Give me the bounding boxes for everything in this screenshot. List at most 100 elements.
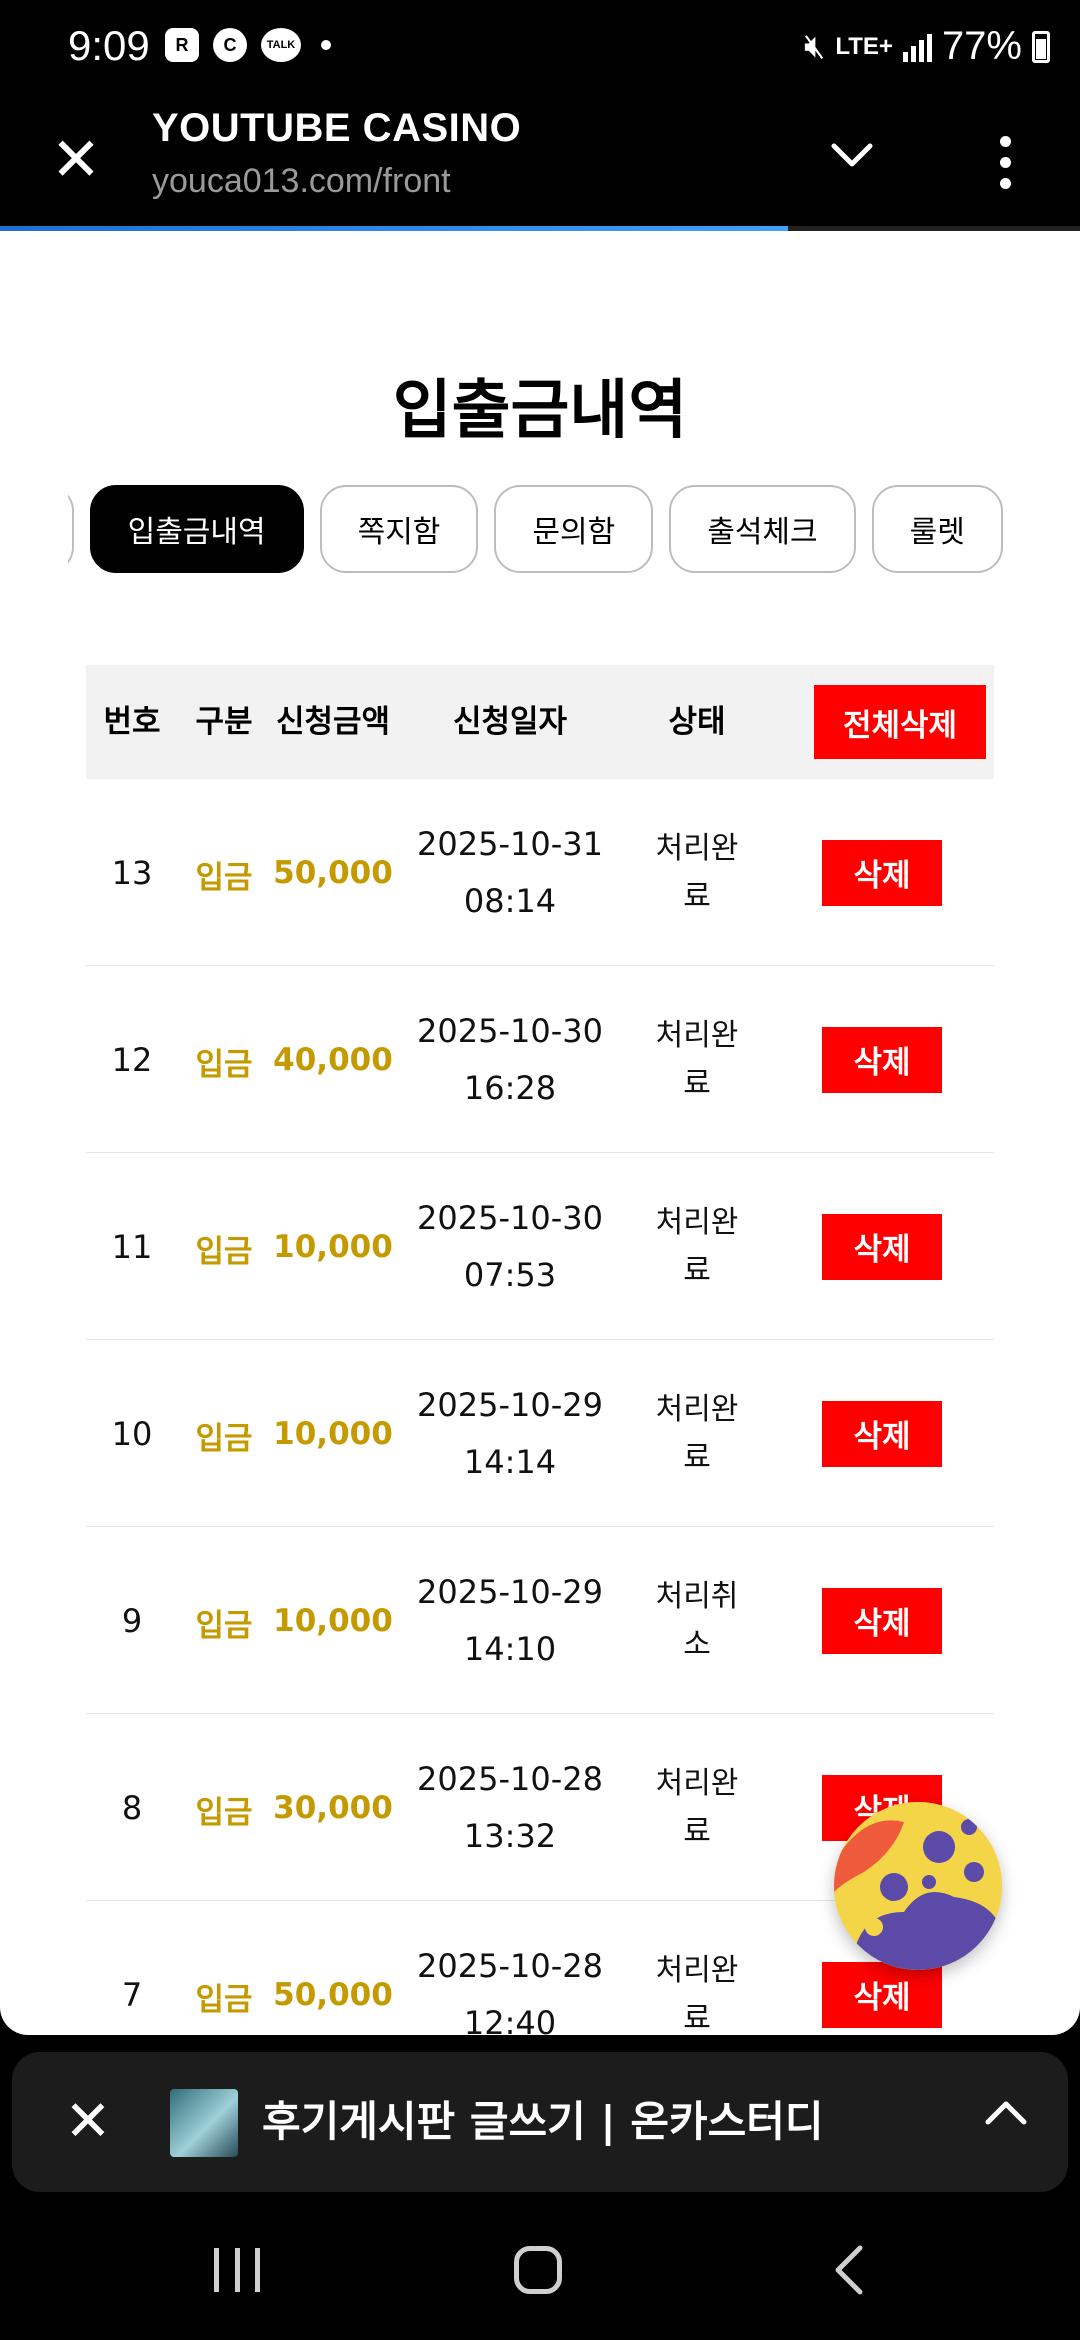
mute-icon: 🔇︎ — [803, 27, 826, 65]
header-type: 구분 — [195, 704, 253, 740]
row-status: 처리완료 — [624, 1153, 770, 1340]
row-date: 2025-10-29 — [417, 1572, 603, 1611]
more-options-icon[interactable] — [975, 126, 1035, 198]
row-status-line1: 처리취 — [655, 1578, 739, 1614]
row-type: 입금 — [195, 1234, 253, 1270]
table-row: 9 입금 10,000 2025-10-29 14:10 처리취소 삭제 — [86, 1527, 994, 1714]
row-delete-cell: 삭제 — [770, 966, 994, 1153]
row-type: 입금 — [195, 1795, 253, 1831]
c-app-icon: C — [213, 28, 247, 62]
tab-3[interactable]: 문의함 — [494, 485, 654, 573]
row-status-line2: 소 — [683, 1626, 711, 1662]
banner-close-icon[interactable]: ✕ — [52, 2086, 124, 2158]
row-status-line1: 처리완 — [655, 1952, 739, 1988]
row-amount: 10,000 — [273, 1228, 393, 1265]
row-datetime: 2025-10-28 12:40 — [396, 1901, 624, 2036]
page-title: 입출금내역 — [392, 374, 688, 448]
row-time: 14:10 — [463, 1629, 557, 1668]
row-datetime: 2025-10-28 13:32 — [396, 1714, 624, 1901]
delete-button[interactable]: 삭제 — [822, 839, 942, 906]
delete-button[interactable]: 삭제 — [822, 1587, 942, 1654]
row-amount: 40,000 — [273, 1041, 393, 1078]
delete-button[interactable]: 삭제 — [822, 1400, 942, 1467]
row-number: 12 — [111, 1040, 153, 1079]
row-delete-cell: 삭제 — [770, 1340, 994, 1527]
custom-tab-toolbar: ✕ YOUTUBE CASINO youca013.com/front — [0, 100, 1080, 230]
row-number: 11 — [111, 1227, 153, 1266]
back-icon[interactable] — [820, 2240, 880, 2300]
kakaotalk-icon: TALK — [261, 28, 301, 62]
row-delete-cell: 삭제 — [770, 1153, 994, 1340]
banner-thumbnail — [170, 2089, 238, 2157]
row-delete-cell: 삭제 — [770, 1527, 994, 1714]
row-type: 입금 — [195, 1421, 253, 1457]
table-row: 12 입금 40,000 2025-10-30 16:28 처리완 료 삭제 — [86, 966, 994, 1153]
row-status-line1: 처리완 — [655, 1204, 739, 1240]
battery-percent: 77% — [941, 24, 1022, 68]
more-notifications-dot-icon — [321, 40, 331, 50]
floating-chat-icon[interactable] — [834, 1802, 1002, 1970]
chevron-down-icon[interactable] — [820, 130, 884, 194]
row-status-line2: 료 — [683, 1065, 711, 1101]
row-date: 2025-10-28 — [417, 1759, 603, 1798]
row-type: 입금 — [195, 1608, 253, 1644]
tab-row: 정입출금내역쪽지함문의함출석체크룰렛 — [68, 485, 1003, 573]
delete-button[interactable]: 삭제 — [822, 1961, 942, 2028]
row-amount: 10,000 — [273, 1602, 393, 1639]
close-tab-icon[interactable]: ✕ — [40, 124, 112, 196]
row-status: 처리완 료 — [624, 1714, 770, 1901]
tab-4[interactable]: 출석체크 — [669, 485, 856, 573]
delete-button[interactable]: 삭제 — [822, 1213, 942, 1280]
recent-apps-icon[interactable] — [214, 2248, 260, 2292]
row-number: 8 — [121, 1788, 143, 1827]
delete-button[interactable]: 삭제 — [822, 1026, 942, 1093]
row-date: 2025-10-28 — [417, 1946, 603, 1985]
row-amount: 10,000 — [273, 1415, 393, 1452]
row-time: 14:14 — [463, 1442, 557, 1481]
tab-5[interactable]: 룰렛 — [871, 485, 1003, 573]
row-date: 2025-10-30 — [417, 1011, 603, 1050]
row-datetime: 2025-10-30 16:28 — [396, 966, 624, 1153]
minimized-tab-banner[interactable]: ✕ 후기게시판 글쓰기 | 온카스터디 — [12, 2052, 1068, 2192]
row-amount: 50,000 — [273, 854, 393, 891]
row-status: 처리취소 — [624, 1527, 770, 1714]
row-status-line2: 료 — [683, 1813, 711, 1849]
tab-2[interactable]: 쪽지함 — [319, 485, 479, 573]
row-status: 처리완 료 — [624, 966, 770, 1153]
table-row: 10 입금 10,000 2025-10-29 14:14 처리완 료 삭제 — [86, 1340, 994, 1527]
row-number: 10 — [111, 1414, 153, 1453]
tab-0[interactable]: 정 — [68, 485, 74, 573]
notification-icons: R C TALK — [165, 28, 331, 62]
row-type: 입금 — [195, 1982, 253, 2018]
r-app-icon: R — [165, 28, 199, 62]
delete-all-button[interactable]: 전체삭제 — [814, 685, 986, 759]
tab-strip[interactable]: 정입출금내역쪽지함문의함출석체크룰렛 — [68, 485, 1012, 575]
status-time: 9:09 — [68, 22, 150, 69]
row-status: 처리완 료 — [624, 1901, 770, 2036]
site-url[interactable]: youca013.com/front — [152, 162, 451, 201]
row-time: 07:53 — [463, 1255, 557, 1294]
row-status: 처리완 료 — [624, 779, 770, 966]
chevron-up-icon[interactable] — [972, 2088, 1040, 2156]
row-type: 입금 — [195, 860, 253, 896]
header-amount: 신청금액 — [275, 704, 391, 740]
site-title: YOUTUBE CASINO — [152, 106, 522, 150]
row-time: 16:28 — [463, 1068, 557, 1107]
tab-1[interactable]: 입출금내역 — [89, 485, 304, 573]
row-datetime: 2025-10-31 08:14 — [396, 779, 624, 966]
row-delete-cell: 삭제 — [770, 779, 994, 966]
row-time: 08:14 — [463, 881, 557, 920]
header-status: 상태 — [668, 704, 726, 740]
header-date: 신청일자 — [452, 704, 568, 740]
row-datetime: 2025-10-29 14:14 — [396, 1340, 624, 1527]
row-date: 2025-10-31 — [417, 824, 603, 863]
row-status-line1: 처리완 — [655, 1391, 739, 1427]
row-status-line2: 료 — [683, 1252, 711, 1288]
table-header: 번호 구분 신청금액 신청일자 상태 전체삭제 — [86, 665, 994, 779]
web-page: 입출금내역 정입출금내역쪽지함문의함출석체크룰렛 번호 구분 신청금액 신청일자… — [0, 231, 1080, 2035]
row-date: 2025-10-30 — [417, 1198, 603, 1237]
home-icon[interactable] — [514, 2246, 562, 2294]
banner-title[interactable]: 후기게시판 글쓰기 | 온카스터디 — [262, 2052, 824, 2192]
system-icons: 🔇︎ LTE+ 77% — [804, 24, 1050, 69]
row-number: 9 — [121, 1601, 143, 1640]
